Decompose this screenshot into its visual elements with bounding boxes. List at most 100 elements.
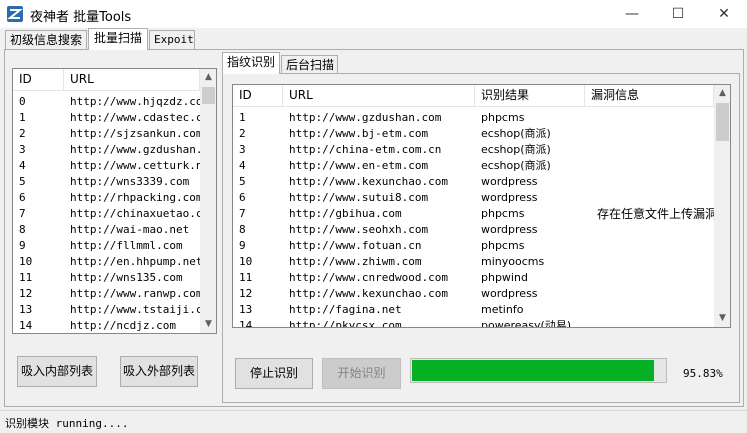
url-list-scrollbar[interactable]: ▲ ▼ [200,69,216,333]
list-item-url: http://chinaxuetao.com [70,207,200,220]
start-recognition-button[interactable]: 开始识别 [322,358,401,389]
table-row[interactable]: 10 http://www.zhiwm.com minyoocms [233,254,730,270]
result-row-url: http://www.zhiwm.com [289,255,422,268]
list-item-id: 12 [19,287,33,300]
subtab-fingerprint[interactable]: 指纹识别 [222,52,280,74]
table-row[interactable]: 9 http://www.fotuan.cn phpcms [233,238,730,254]
scroll-down-icon[interactable]: ▼ [714,310,730,327]
list-item-id: 6 [19,191,26,204]
table-row[interactable]: 1 http://www.gzdushan.com phpcms [233,110,730,126]
result-row-id: 9 [239,239,246,252]
list-item[interactable]: 13 http://www.tstaiji.com [13,302,216,318]
result-row-id: 7 [239,207,246,220]
result-row-vuln [585,318,714,327]
result-header-id[interactable]: ID [233,85,283,107]
minimize-button[interactable]: — [609,0,655,28]
result-header-result[interactable]: 识别结果 [475,85,585,107]
result-header-url[interactable]: URL [283,85,475,107]
table-row[interactable]: 4 http://www.en-etm.com ecshop(商派) [233,158,730,174]
list-item-url: http://ncdjz.com [70,319,176,332]
list-item-id: 3 [19,143,26,156]
result-header-vuln[interactable]: 漏洞信息 [585,85,714,107]
result-row-url: http://www.kexunchao.com [289,287,448,300]
table-row[interactable]: 12 http://www.kexunchao.com wordpress [233,286,730,302]
list-item[interactable]: 0 http://www.hjqzdz.com [13,94,216,110]
list-item[interactable]: 1 http://www.cdastec.com [13,110,216,126]
status-bar: 识别模块 running.... [0,410,747,433]
result-row-fingerprint: metinfo [481,303,524,316]
list-item[interactable]: 11 http://wns135.com [13,270,216,286]
table-row[interactable]: 7 http://gbihua.com phpcms 存在任意文件上传漏洞 [233,206,730,222]
tab-basic-info-search[interactable]: 初级信息搜索 [5,30,87,50]
result-row-vuln [585,270,714,286]
result-list[interactable]: ID URL 识别结果 漏洞信息 1 http://www.gzdushan.co… [232,84,731,328]
tab-exploit[interactable]: Expoit [149,30,195,50]
table-row[interactable]: 3 http://china-etm.com.cn ecshop(商派) [233,142,730,158]
table-row[interactable]: 14 http://pkycsx.com powereasy(动易) [233,318,730,328]
result-row-url: http://china-etm.com.cn [289,143,442,156]
result-row-id: 12 [239,287,253,300]
scroll-thumb[interactable] [716,103,729,141]
result-row-id: 2 [239,127,246,140]
list-item-id: 10 [19,255,33,268]
list-item-url: http://wns3339.com [70,175,190,188]
list-item-url: http://en.hhpump.net [70,255,200,268]
result-row-fingerprint: ecshop(商派) [481,159,551,172]
import-external-list-button[interactable]: 吸入外部列表 [120,356,198,387]
url-list[interactable]: ID URL 0 http://www.hjqzdz.com 1 http://www… [12,68,217,334]
list-item[interactable]: 5 http://wns3339.com [13,174,216,190]
url-list-header-url[interactable]: URL [64,69,200,91]
result-row-fingerprint: wordpress [481,191,538,204]
scroll-up-icon[interactable]: ▲ [714,85,730,102]
list-item[interactable]: 14 http://ncdjz.com [13,318,216,333]
list-item[interactable]: 9 http://fllmml.com [13,238,216,254]
table-row[interactable]: 11 http://www.cnredwood.com phpwind [233,270,730,286]
table-row[interactable]: 2 http://www.bj-etm.com ecshop(商派) [233,126,730,142]
result-row-vuln [585,238,714,254]
result-row-fingerprint: powereasy(动易) [481,319,572,328]
result-row-vuln [585,158,714,174]
close-button[interactable]: ✕ [701,0,747,28]
list-item[interactable]: 3 http://www.gzdushan.co [13,142,216,158]
table-row[interactable]: 13 http://fagina.net metinfo [233,302,730,318]
result-row-vuln: 存在任意文件上传漏洞 [597,207,714,221]
list-item[interactable]: 12 http://www.ranwp.com [13,286,216,302]
result-row-id: 3 [239,143,246,156]
list-item-url: http://www.tstaiji.com [70,303,200,316]
result-row-url: http://www.bj-etm.com [289,127,429,140]
result-row-fingerprint: phpcms [481,111,525,124]
result-row-url: http://www.sutui8.com [289,191,429,204]
url-list-header-id[interactable]: ID [13,69,64,91]
list-item-url: http://www.cdastec.com [70,111,200,124]
list-item[interactable]: 2 http://sjzsankun.com [13,126,216,142]
tab-batch-scan[interactable]: 批量扫描 [88,28,148,50]
list-item[interactable]: 6 http://rhpacking.com [13,190,216,206]
table-row[interactable]: 8 http://www.seohxh.com wordpress [233,222,730,238]
stop-recognition-button[interactable]: 停止识别 [235,358,313,389]
result-row-fingerprint: wordpress [481,175,538,188]
result-row-vuln [585,190,714,206]
table-row[interactable]: 5 http://www.kexunchao.com wordpress [233,174,730,190]
result-list-scrollbar[interactable]: ▲ ▼ [714,85,730,327]
result-row-url: http://www.cnredwood.com [289,271,448,284]
list-item[interactable]: 4 http://www.cetturk.net [13,158,216,174]
import-internal-list-button[interactable]: 吸入内部列表 [17,356,97,387]
list-item[interactable]: 7 http://chinaxuetao.com [13,206,216,222]
result-row-id: 5 [239,175,246,188]
result-row-vuln [585,126,714,142]
scroll-down-icon[interactable]: ▼ [200,316,216,333]
list-item-url: http://wai-mao.net [70,223,190,236]
subtab-admin-scan[interactable]: 后台扫描 [281,55,338,75]
result-row-vuln [585,222,714,238]
table-row[interactable]: 6 http://www.sutui8.com wordpress [233,190,730,206]
list-item-url: http://www.ranwp.com [70,287,200,300]
list-item-url: http://fllmml.com [70,239,183,252]
list-item-id: 7 [19,207,26,220]
scroll-up-icon[interactable]: ▲ [200,69,216,86]
list-item[interactable]: 10 http://en.hhpump.net [13,254,216,270]
result-row-id: 11 [239,271,253,284]
scroll-thumb[interactable] [202,87,215,104]
list-item-id: 2 [19,127,26,140]
list-item[interactable]: 8 http://wai-mao.net [13,222,216,238]
maximize-button[interactable]: ☐ [655,0,701,28]
